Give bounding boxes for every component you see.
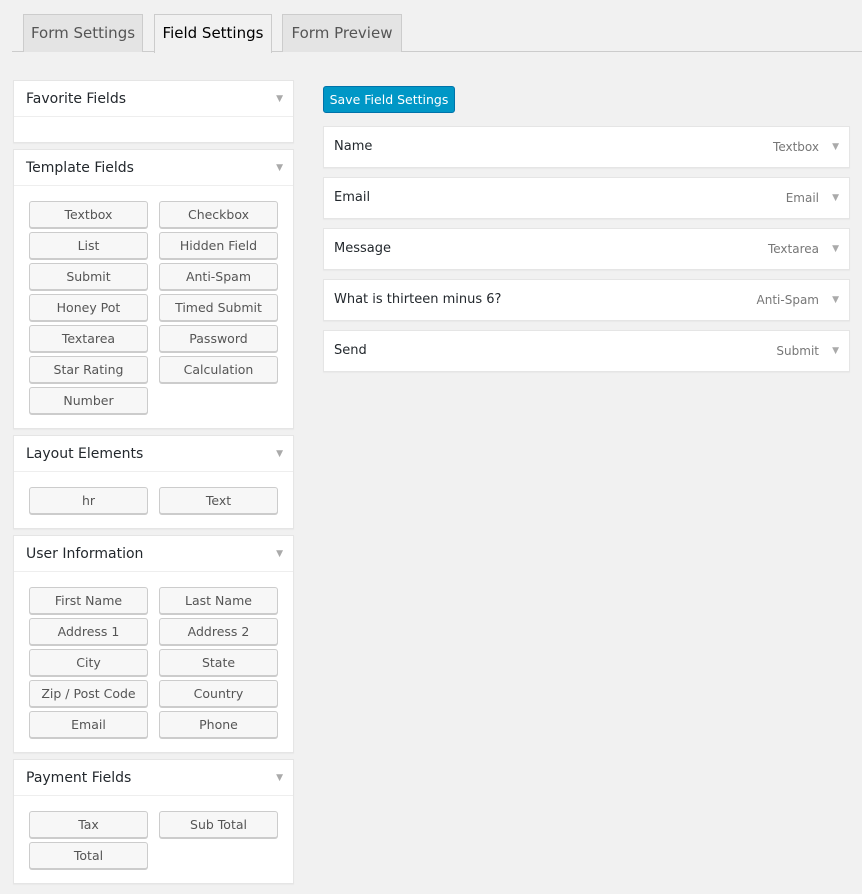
field-row[interactable]: Message Textarea ▼ (323, 228, 850, 270)
form-fields-area: Save Field Settings Name Textbox ▼ Email Ema… (323, 86, 850, 381)
add-field-country-button[interactable]: Country (159, 680, 278, 707)
add-field-star-rating-button[interactable]: Star Rating (29, 356, 148, 383)
caret-down-icon[interactable]: ▼ (276, 81, 283, 117)
add-field-phone-button[interactable]: Phone (159, 711, 278, 738)
panel-header[interactable]: Payment Fields ▼ (14, 760, 293, 796)
add-field-text-button[interactable]: Text (159, 487, 278, 514)
add-field-state-button[interactable]: State (159, 649, 278, 676)
field-type: Textbox (773, 140, 819, 154)
add-field-hidden-field-button[interactable]: Hidden Field (159, 232, 278, 259)
panel-header[interactable]: User Information ▼ (14, 536, 293, 572)
field-label: Send (334, 343, 367, 358)
add-field-sub-total-button[interactable]: Sub Total (159, 811, 278, 838)
panel-payment-fields: Payment Fields ▼ Tax Sub Total Total (13, 759, 294, 884)
field-row[interactable]: What is thirteen minus 6? Anti-Spam ▼ (323, 279, 850, 321)
add-field-anti-spam-button[interactable]: Anti-Spam (159, 263, 278, 290)
panel-template-fields: Template Fields ▼ Textbox Checkbox List Hidde… (13, 149, 294, 429)
add-field-city-button[interactable]: City (29, 649, 148, 676)
panel-title: Layout Elements (26, 446, 144, 462)
add-field-number-button[interactable]: Number (29, 387, 148, 414)
field-type: Anti-Spam (756, 293, 819, 307)
caret-down-icon[interactable]: ▼ (276, 760, 283, 796)
field-label: What is thirteen minus 6? (334, 292, 502, 307)
save-field-settings-button[interactable]: Save Field Settings (323, 86, 455, 113)
add-field-textbox-button[interactable]: Textbox (29, 201, 148, 228)
panel-header[interactable]: Favorite Fields ▼ (14, 81, 293, 117)
add-field-submit-button[interactable]: Submit (29, 263, 148, 290)
tab-field-settings[interactable]: Field Settings (154, 14, 272, 53)
panel-user-information: User Information ▼ First Name Last Name Addr… (13, 535, 294, 753)
field-type: Submit (776, 344, 819, 358)
field-label: Message (334, 241, 391, 256)
add-field-address-2-button[interactable]: Address 2 (159, 618, 278, 645)
tab-form-preview[interactable]: Form Preview (282, 14, 402, 52)
field-row[interactable]: Name Textbox ▼ (323, 126, 850, 168)
panel-body: First Name Last Name Address 1 Address 2 Cit… (14, 572, 293, 752)
panel-body (14, 117, 293, 142)
panel-title: User Information (26, 546, 144, 562)
caret-down-icon[interactable]: ▼ (832, 331, 839, 371)
panel-layout-elements: Layout Elements ▼ hr Text (13, 435, 294, 529)
panel-body: Textbox Checkbox List Hidden Field Submit Ant… (14, 186, 293, 428)
field-label: Email (334, 190, 371, 205)
field-palette: Favorite Fields ▼ Template Fields ▼ Textbox C… (13, 80, 294, 890)
panel-body: hr Text (14, 472, 293, 528)
add-field-email-button[interactable]: Email (29, 711, 148, 738)
caret-down-icon[interactable]: ▼ (832, 178, 839, 218)
add-field-hr-button[interactable]: hr (29, 487, 148, 514)
add-field-address-1-button[interactable]: Address 1 (29, 618, 148, 645)
add-field-password-button[interactable]: Password (159, 325, 278, 352)
field-type: Email (785, 191, 819, 205)
add-field-calculation-button[interactable]: Calculation (159, 356, 278, 383)
field-label: Name (334, 139, 373, 154)
add-field-checkbox-button[interactable]: Checkbox (159, 201, 278, 228)
add-field-honey-pot-button[interactable]: Honey Pot (29, 294, 148, 321)
panel-body: Tax Sub Total Total (14, 796, 293, 883)
add-field-list-button[interactable]: List (29, 232, 148, 259)
caret-down-icon[interactable]: ▼ (276, 536, 283, 572)
add-field-timed-submit-button[interactable]: Timed Submit (159, 294, 278, 321)
panel-title: Template Fields (26, 160, 134, 176)
field-type: Textarea (767, 242, 819, 256)
tab-form-settings[interactable]: Form Settings (23, 14, 143, 52)
tab-bar: Form Settings Field Settings Form Previe… (12, 14, 862, 53)
field-row[interactable]: Send Submit ▼ (323, 330, 850, 372)
caret-down-icon[interactable]: ▼ (832, 127, 839, 167)
panel-header[interactable]: Layout Elements ▼ (14, 436, 293, 472)
panel-title: Favorite Fields (26, 91, 127, 107)
add-field-zip-post-code-button[interactable]: Zip / Post Code (29, 680, 148, 707)
add-field-tax-button[interactable]: Tax (29, 811, 148, 838)
add-field-textarea-button[interactable]: Textarea (29, 325, 148, 352)
caret-down-icon[interactable]: ▼ (832, 280, 839, 320)
add-field-last-name-button[interactable]: Last Name (159, 587, 278, 614)
caret-down-icon[interactable]: ▼ (276, 150, 283, 186)
caret-down-icon[interactable]: ▼ (276, 436, 283, 472)
panel-title: Payment Fields (26, 770, 132, 786)
panel-favorite-fields: Favorite Fields ▼ (13, 80, 294, 143)
field-row[interactable]: Email Email ▼ (323, 177, 850, 219)
add-field-total-button[interactable]: Total (29, 842, 148, 869)
caret-down-icon[interactable]: ▼ (832, 229, 839, 269)
add-field-first-name-button[interactable]: First Name (29, 587, 148, 614)
panel-header[interactable]: Template Fields ▼ (14, 150, 293, 186)
